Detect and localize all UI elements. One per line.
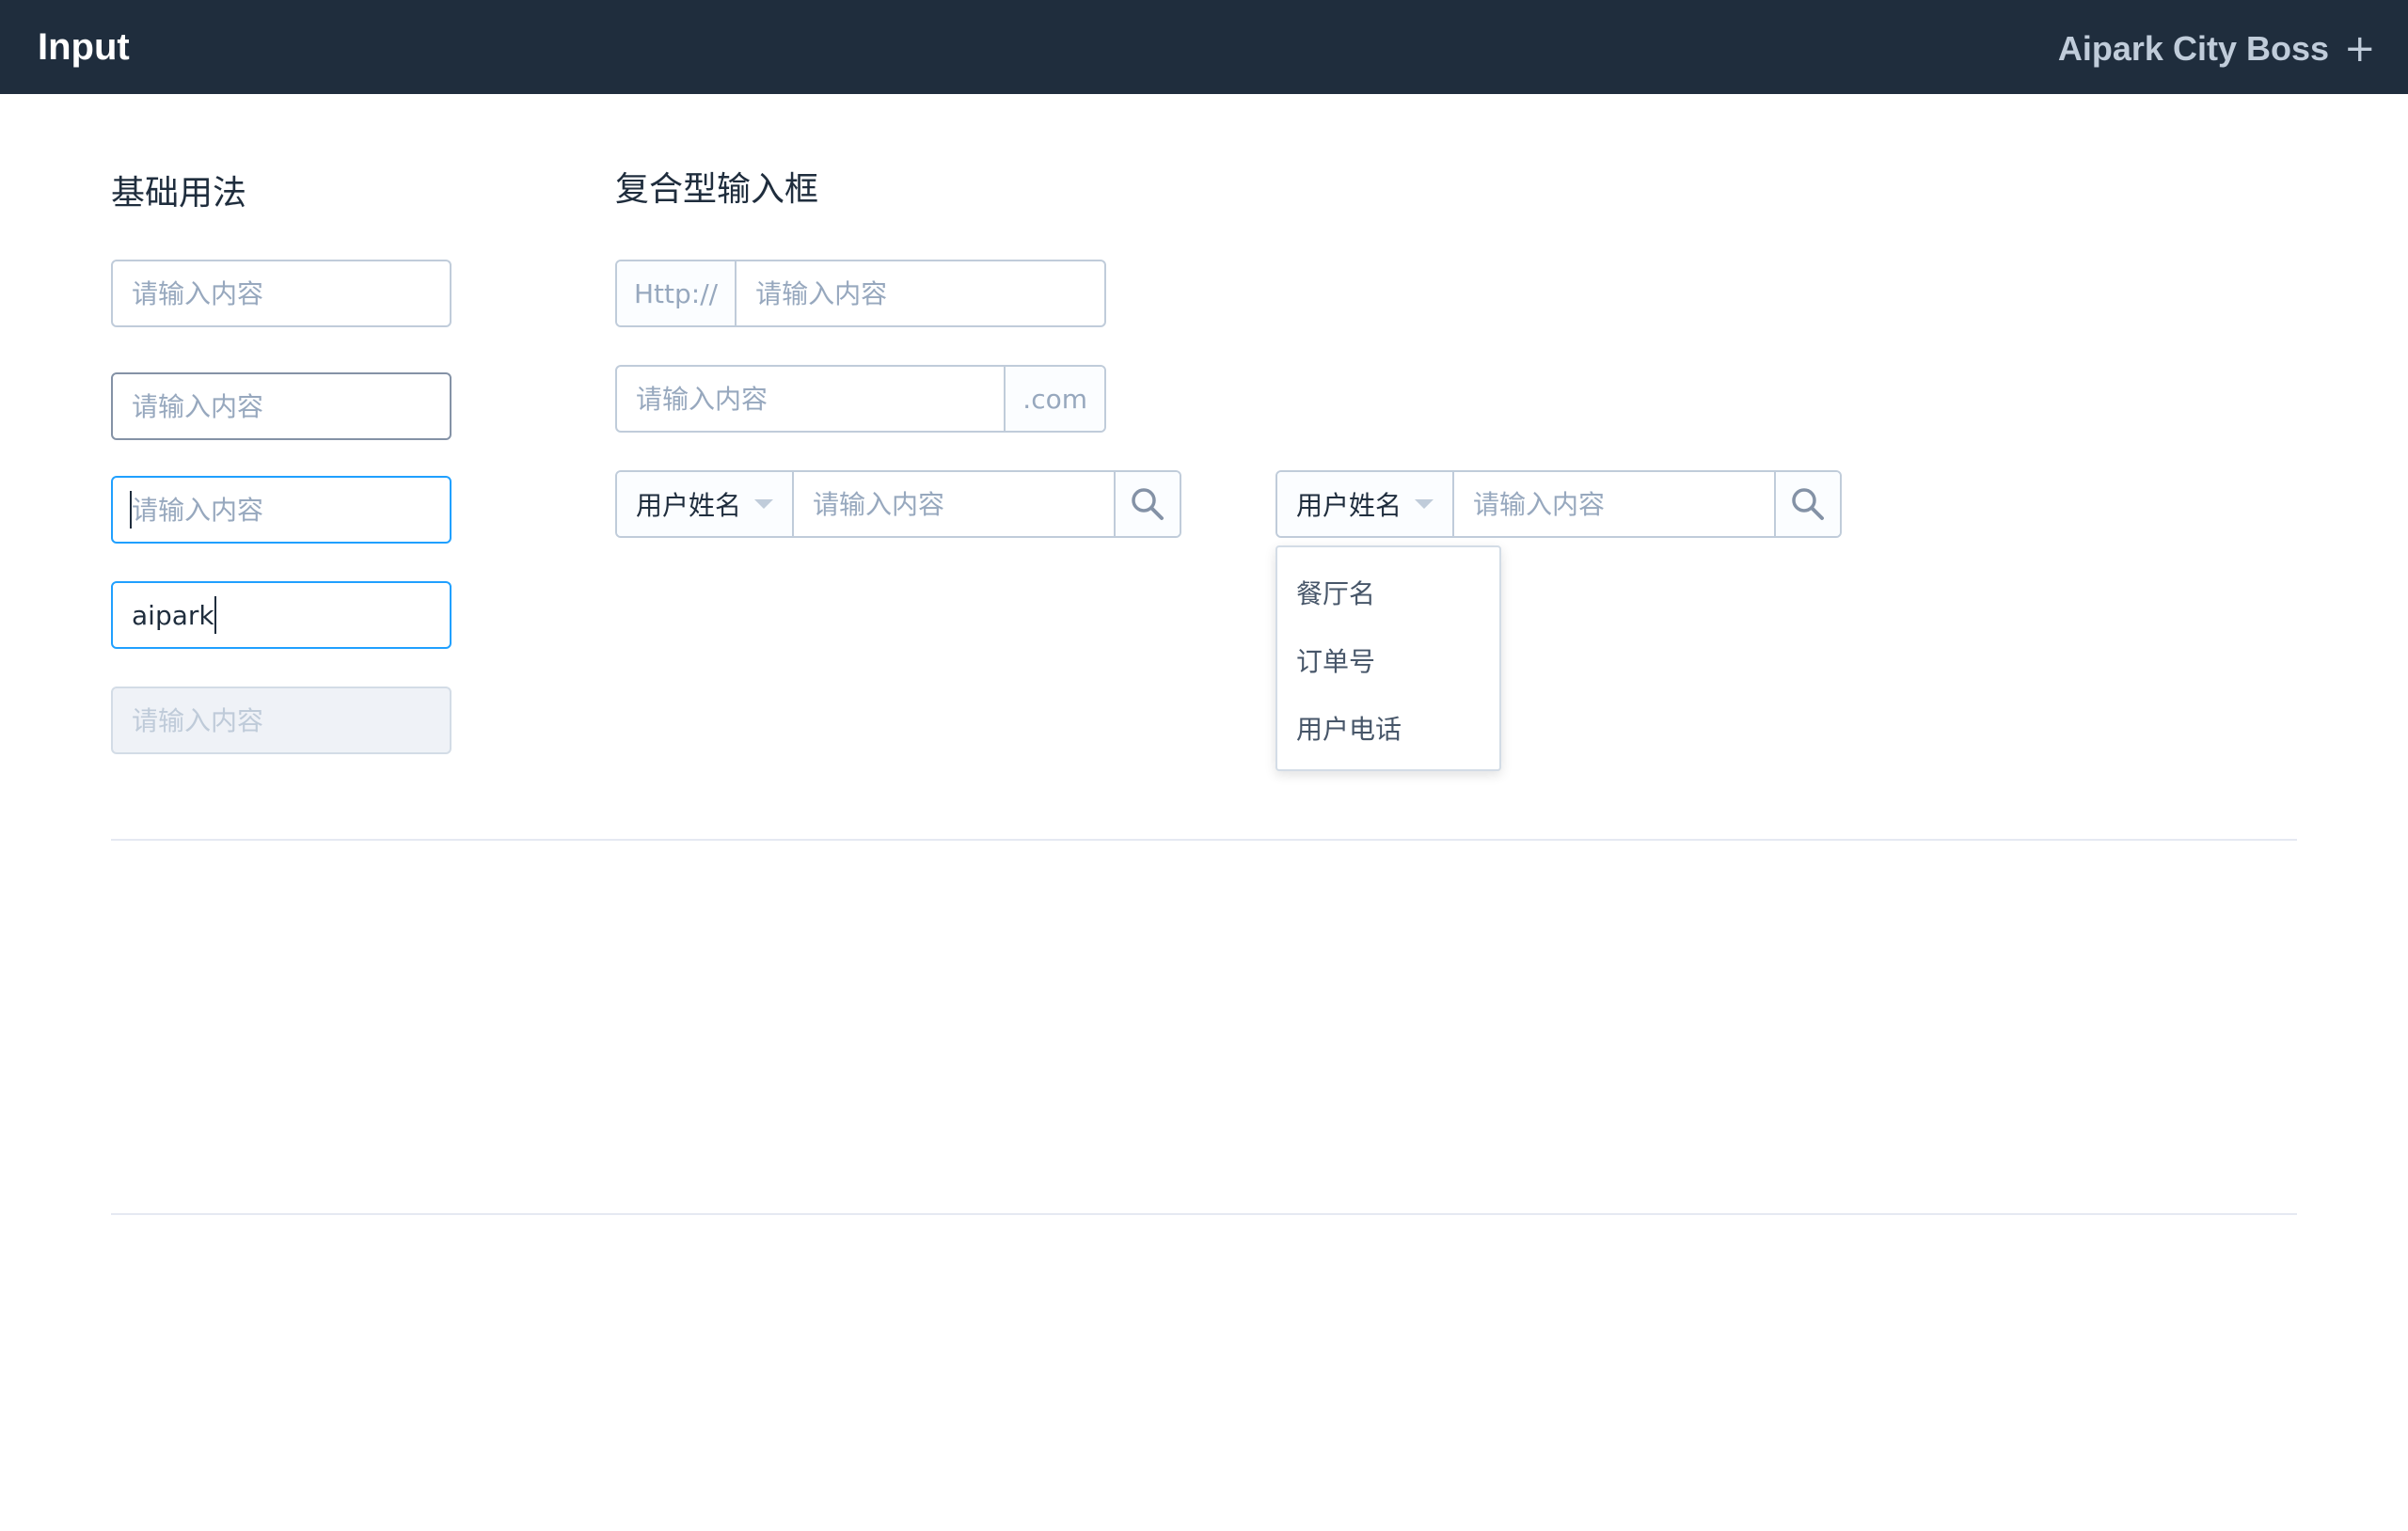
basic-input-filled[interactable] (111, 581, 452, 649)
basic-input-focus[interactable] (111, 476, 452, 544)
search-type-select-1[interactable]: 用户姓名 (617, 472, 794, 536)
search-icon (1132, 488, 1164, 520)
select-search-input-1[interactable]: 用户姓名 (615, 470, 1181, 538)
section-divider (111, 1213, 2297, 1215)
text-cursor (130, 491, 132, 529)
basic-input-hover-field[interactable] (113, 374, 450, 438)
select-search-field-1[interactable] (794, 472, 1114, 536)
dropdown-option-order-number[interactable]: 订单号 (1277, 628, 1499, 696)
caret-down-icon (1415, 499, 1434, 509)
plus-icon[interactable]: + (2344, 26, 2376, 71)
select-search-input-2[interactable]: 用户姓名 (1275, 470, 1842, 538)
basic-input-default[interactable] (111, 260, 452, 327)
basic-input-hover[interactable] (111, 372, 452, 440)
text-cursor (214, 596, 216, 634)
basic-input-disabled-field (113, 688, 450, 752)
dropdown-option-user-phone[interactable]: 用户电话 (1277, 696, 1499, 764)
page-title: Input (38, 26, 130, 68)
prepend-input-field[interactable] (737, 261, 1104, 325)
append-addon: .com (1004, 367, 1104, 431)
search-type-selected-1: 用户姓名 (636, 490, 742, 521)
append-input-field[interactable] (617, 367, 1005, 431)
section-divider (111, 839, 2297, 841)
append-input[interactable]: .com (615, 365, 1106, 433)
basic-input-filled-field[interactable] (113, 583, 450, 647)
search-button-1[interactable] (1114, 472, 1180, 536)
basic-input-default-field[interactable] (113, 261, 450, 325)
basic-usage-title: 基础用法 (111, 174, 247, 213)
compound-input-title: 复合型输入框 (615, 170, 819, 209)
basic-input-disabled (111, 687, 452, 754)
app-title: Aipark City Boss (2057, 29, 2329, 68)
caret-down-icon (754, 499, 774, 509)
search-type-dropdown: 餐厅名 订单号 用户电话 (1275, 545, 1501, 771)
prepend-addon: Http:// (617, 261, 737, 325)
search-type-selected-2: 用户姓名 (1296, 490, 1402, 521)
dropdown-option-restaurant[interactable]: 餐厅名 (1277, 560, 1499, 628)
search-type-select-2[interactable]: 用户姓名 (1277, 472, 1454, 536)
search-button-2[interactable] (1774, 472, 1840, 536)
select-search-field-2[interactable] (1454, 472, 1774, 536)
basic-input-focus-field[interactable] (113, 478, 450, 542)
top-navbar: Input Aipark City Boss + (0, 0, 2408, 94)
prepend-input[interactable]: Http:// (615, 260, 1106, 327)
search-icon (1792, 488, 1824, 520)
